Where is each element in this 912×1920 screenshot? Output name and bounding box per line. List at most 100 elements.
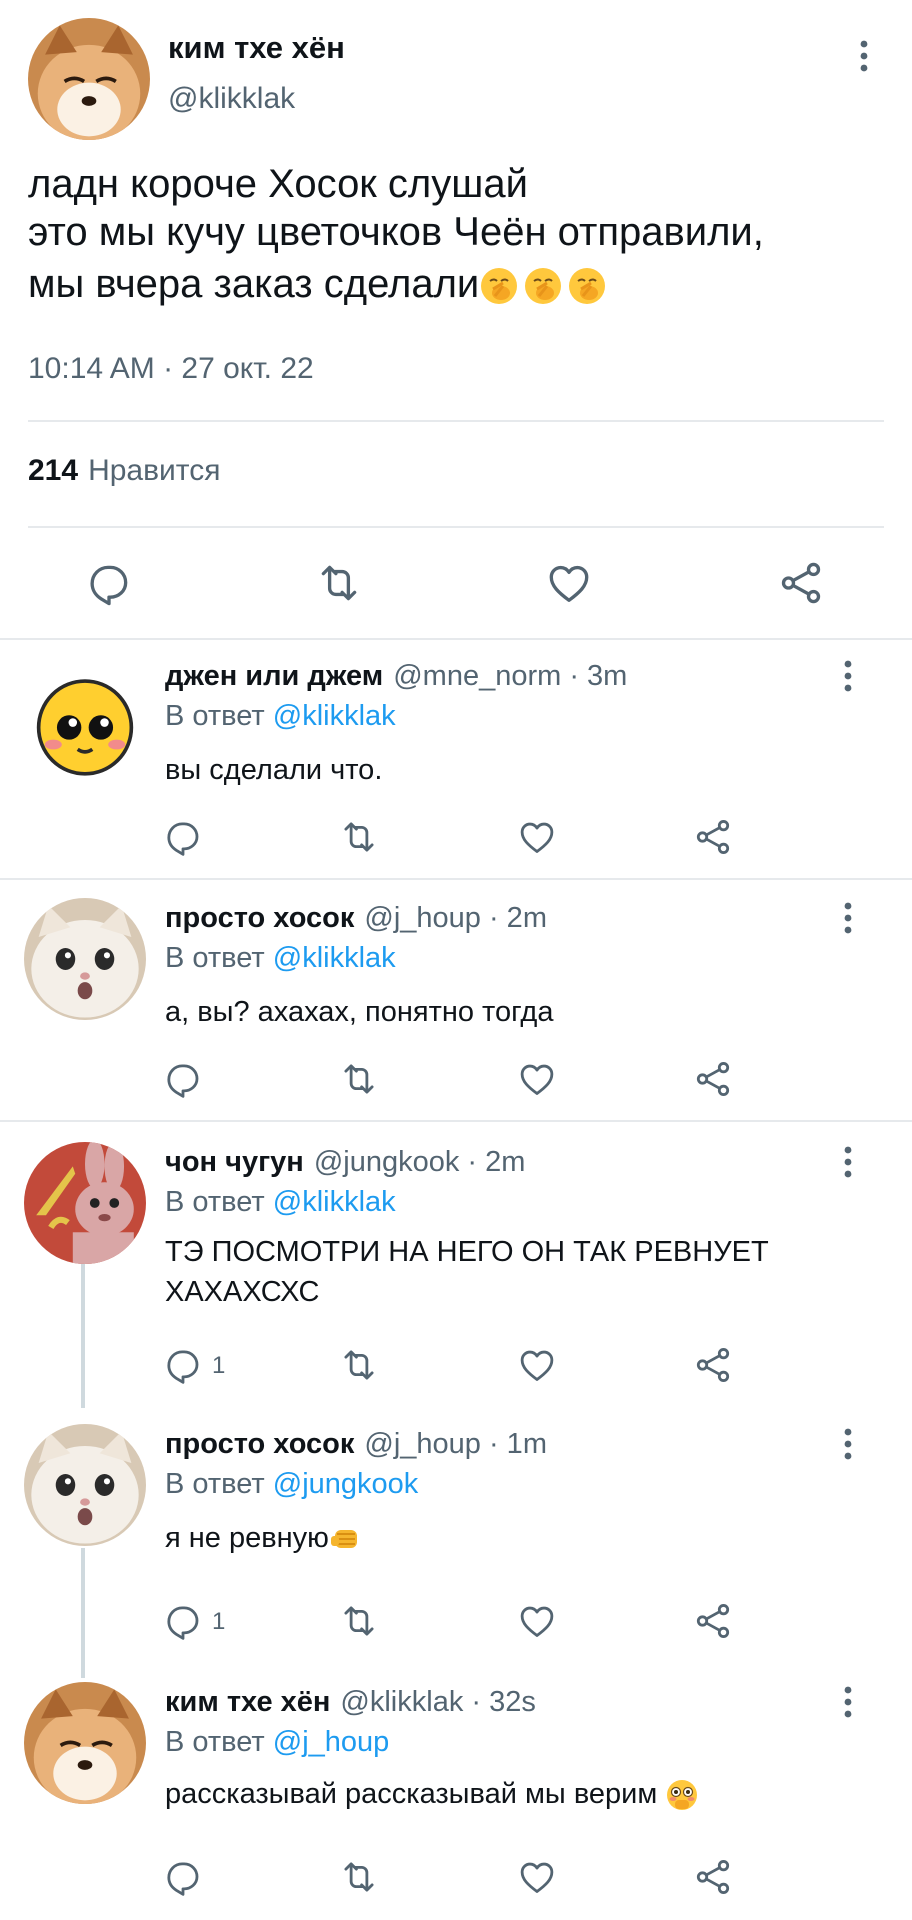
reply-count: 1	[212, 1608, 226, 1635]
reply-tweet[interactable]: просто хосок @j_houp · 2m В ответ @klikkl…	[0, 880, 912, 1120]
reply-header: просто хосок @j_houp · 1m	[165, 1428, 547, 1461]
tweet-timestamp[interactable]: 10:14 AM · 27 окт. 22	[28, 352, 314, 386]
replying-to: В ответ @klikklak	[165, 1186, 396, 1219]
flushed-face-emoji	[667, 1780, 698, 1811]
more-options-icon[interactable]	[830, 900, 866, 940]
tweet-text-line: мы вчера заказ сделали	[28, 262, 480, 306]
main-tweet: ким тхе хён @klikklak ладн короче Хосок …	[0, 0, 912, 640]
share-icon[interactable]	[692, 1856, 734, 1898]
retweet-icon[interactable]	[338, 1058, 380, 1100]
bunny-avatar-image	[24, 1142, 146, 1264]
retweet-icon[interactable]	[314, 558, 364, 608]
more-options-icon[interactable]	[830, 1684, 866, 1724]
like-icon[interactable]	[516, 1344, 558, 1386]
replying-to: В ответ @klikklak	[165, 942, 396, 975]
tweet-text-line: ладн короче Хосок слушай	[28, 162, 528, 206]
replying-to: В ответ @klikklak	[165, 700, 396, 733]
likes-label: Нравится	[88, 454, 221, 487]
reply-icon[interactable]	[162, 816, 204, 858]
author-handle[interactable]: @klikklak	[168, 82, 295, 116]
retweet-icon[interactable]	[338, 1856, 380, 1898]
mention-link[interactable]: @jungkook	[273, 1468, 419, 1500]
reply-text: а, вы? ахахах, понятно тогда	[165, 992, 553, 1032]
reply-header: джен или джем @mne_norm · 3m	[165, 660, 627, 693]
reply-text-line: ХАХАХСХС	[165, 1276, 320, 1308]
white-cat-avatar-image	[24, 898, 146, 1020]
avatar[interactable]	[24, 664, 146, 786]
mention-link[interactable]: @j_houp	[273, 1726, 390, 1758]
like-icon[interactable]	[516, 816, 558, 858]
author-name[interactable]: просто хосок	[165, 1428, 354, 1460]
reply-icon[interactable]	[162, 1344, 204, 1386]
white-cat-avatar-image	[24, 1424, 146, 1546]
reply-tweet[interactable]: чон чугун @jungkook · 2m В ответ @klikkla…	[0, 1122, 912, 1408]
reply-icon[interactable]	[162, 1600, 204, 1642]
more-options-icon[interactable]	[846, 38, 882, 78]
share-icon[interactable]	[692, 1344, 734, 1386]
share-icon[interactable]	[776, 558, 826, 608]
share-icon[interactable]	[692, 1600, 734, 1642]
author-handle[interactable]: @klikklak · 32s	[340, 1686, 535, 1718]
more-options-icon[interactable]	[830, 1426, 866, 1466]
reply-tweet[interactable]: просто хосок @j_houp · 1m В ответ @jungko…	[0, 1408, 912, 1668]
mention-link[interactable]: @klikklak	[273, 700, 396, 732]
yawning-face-emoji-group	[479, 262, 607, 306]
yawning-face-emoji	[569, 268, 606, 305]
replying-to-label: В ответ	[165, 1726, 265, 1758]
mention-link[interactable]: @klikklak	[273, 942, 396, 974]
author-name[interactable]: ким тхе хён	[168, 30, 345, 66]
reply-text: рассказывай рассказывай мы верим	[165, 1774, 699, 1814]
reply-tweet[interactable]: ким тхе хён @klikklak · 32s В ответ @j_ho…	[0, 1668, 912, 1920]
shiba-dog-avatar-image	[28, 18, 150, 140]
avatar[interactable]	[24, 1142, 146, 1264]
reply-text-line: вы сделали что.	[165, 754, 383, 786]
reply-icon[interactable]	[162, 1058, 204, 1100]
avatar[interactable]	[24, 1682, 146, 1804]
likes-summary[interactable]: 214 Нравится	[28, 454, 220, 488]
reply-text-line: рассказывай рассказывай мы верим	[165, 1778, 658, 1810]
tweet-text-line: это мы кучу цветочков Чеён отправили,	[28, 210, 764, 254]
divider	[28, 420, 884, 422]
reply-header: ким тхе хён @klikklak · 32s	[165, 1686, 536, 1719]
retweet-icon[interactable]	[338, 816, 380, 858]
reply-icon[interactable]	[162, 1856, 204, 1898]
replying-to: В ответ @j_houp	[165, 1726, 389, 1759]
share-icon[interactable]	[692, 816, 734, 858]
like-icon[interactable]	[544, 558, 594, 608]
replying-to-label: В ответ	[165, 1186, 265, 1218]
like-icon[interactable]	[516, 1856, 558, 1898]
replying-to: В ответ @jungkook	[165, 1468, 418, 1501]
reply-header: чон чугун @jungkook · 2m	[165, 1146, 525, 1179]
avatar[interactable]	[24, 898, 146, 1020]
like-icon[interactable]	[516, 1600, 558, 1642]
reply-tweet[interactable]: джен или джем @mne_norm · 3m В ответ @kli…	[0, 640, 912, 878]
reply-count: 1	[212, 1352, 226, 1379]
author-handle[interactable]: @j_houp · 2m	[364, 902, 547, 934]
author-name[interactable]: джен или джем	[165, 660, 383, 692]
like-icon[interactable]	[516, 1058, 558, 1100]
tweet-text: ладн короче Хосок слушай это мы кучу цве…	[28, 160, 888, 308]
more-options-icon[interactable]	[830, 658, 866, 698]
replying-to-label: В ответ	[165, 942, 265, 974]
author-name[interactable]: ким тхе хён	[165, 1686, 330, 1718]
avatar[interactable]	[24, 1424, 146, 1546]
reply-text: я не ревную	[165, 1518, 363, 1558]
reply-icon[interactable]	[84, 558, 134, 608]
author-handle[interactable]: @j_houp · 1m	[364, 1428, 547, 1460]
reply-header: просто хосок @j_houp · 2m	[165, 902, 547, 935]
retweet-icon[interactable]	[338, 1600, 380, 1642]
author-handle[interactable]: @mne_norm · 3m	[393, 660, 627, 692]
fist-emoji	[330, 1530, 357, 1549]
yawning-face-emoji	[481, 268, 518, 305]
mention-link[interactable]: @klikklak	[273, 1186, 396, 1218]
reply-text: ТЭ ПОСМОТРИ НА НЕГО ОН ТАК РЕВНУЕТ ХАХАХС…	[165, 1232, 769, 1312]
reply-text: вы сделали что.	[165, 750, 382, 790]
avatar[interactable]	[28, 18, 150, 140]
share-icon[interactable]	[692, 1058, 734, 1100]
retweet-icon[interactable]	[338, 1344, 380, 1386]
author-name[interactable]: просто хосок	[165, 902, 354, 934]
author-name[interactable]: чон чугун	[165, 1146, 304, 1178]
likes-count: 214	[28, 454, 79, 487]
more-options-icon[interactable]	[830, 1144, 866, 1184]
author-handle[interactable]: @jungkook · 2m	[314, 1146, 526, 1178]
